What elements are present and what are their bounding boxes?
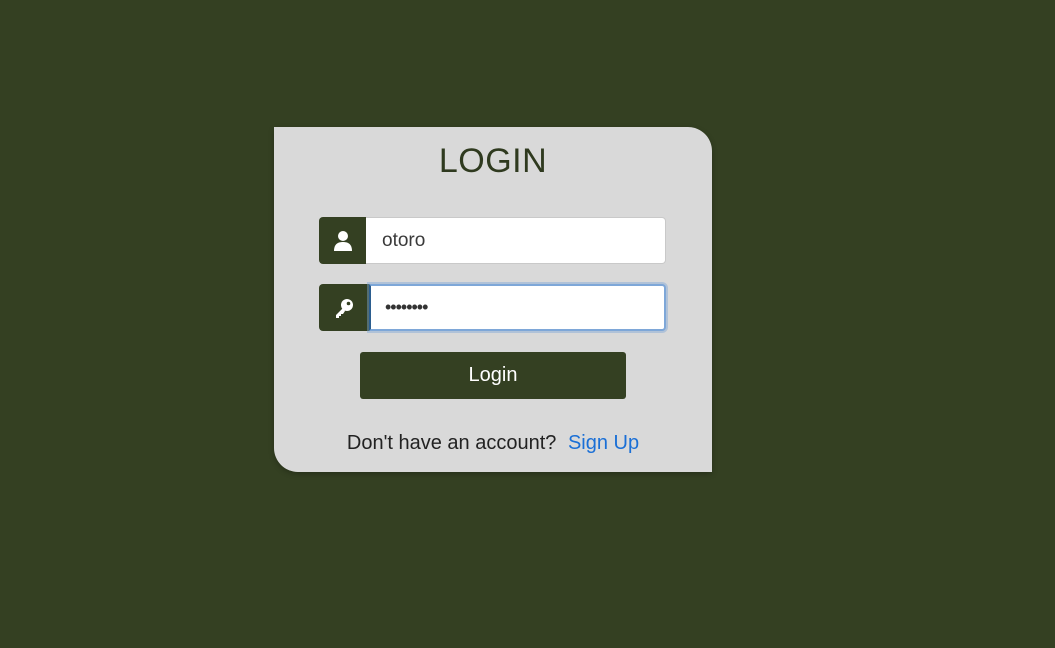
signup-row: Don't have an account? Sign Up [274,432,712,455]
username-group [319,217,666,264]
key-icon [319,284,369,331]
login-title: LOGIN [438,142,548,180]
username-input[interactable] [366,217,666,264]
login-button[interactable]: Login [360,352,626,399]
login-card: LOGIN Login Don't have an account? Sign … [274,127,712,472]
user-icon [319,217,366,264]
password-input[interactable] [369,284,666,331]
password-group [319,284,666,331]
signup-link[interactable]: Sign Up [568,432,639,454]
signup-prompt: Don't have an account? [346,432,557,454]
